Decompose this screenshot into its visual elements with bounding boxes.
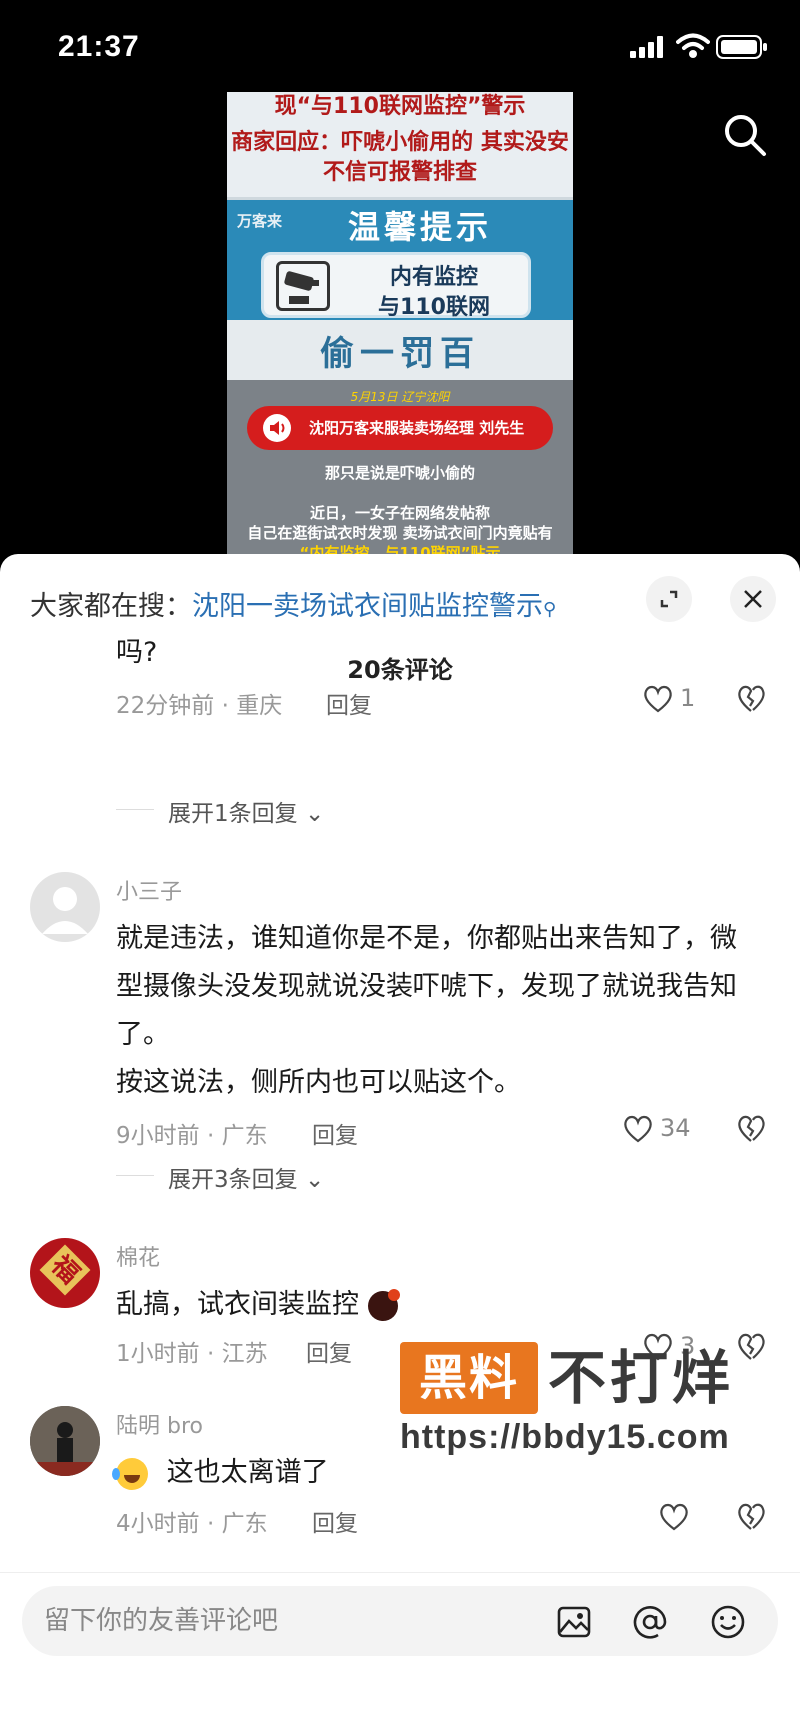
sign-text: 与110联网: [378, 295, 490, 320]
username[interactable]: 棉花: [116, 1240, 160, 1272]
video-lower-area: 5月13日 辽宁沈阳 沈阳万客来服装卖场经理 刘先生 那只是说是吓唬小偷的 近日…: [227, 380, 573, 562]
reply-button[interactable]: 回复: [306, 1334, 352, 1368]
reply-button[interactable]: 回复: [312, 1116, 358, 1150]
crying-laughing-emoji-icon: [112, 1457, 148, 1490]
board-title: 温馨提示: [347, 208, 492, 246]
speaker-icon: [263, 414, 291, 442]
comment-input-bar: [22, 1586, 778, 1656]
expand-icon: [660, 590, 678, 608]
expand-replies-label: 展开1条回复: [168, 801, 298, 827]
warning-sign: 内有监控 与110联网: [261, 252, 531, 320]
comment-meta: 9小时前 · 广东: [116, 1123, 268, 1149]
broken-heart-icon[interactable]: [736, 1114, 766, 1144]
reply-button[interactable]: 回复: [312, 1504, 358, 1538]
comment-text: 吗?: [116, 637, 158, 668]
comment-meta: 4小时前 · 广东: [116, 1511, 268, 1537]
image-icon[interactable]: [556, 1604, 592, 1640]
username[interactable]: 陆明 bro: [116, 1408, 203, 1440]
date-location: 5月13日 辽宁沈阳: [350, 390, 450, 404]
camera-icon: [276, 261, 330, 311]
smile-icon[interactable]: [710, 1604, 746, 1640]
search-icon[interactable]: [722, 112, 768, 158]
watermark: 黑料 不打烊 https://bbdy15.com: [400, 1342, 780, 1462]
comment-text-body: 这也太离谱了: [166, 1457, 329, 1488]
reply-button[interactable]: 回复: [326, 686, 372, 720]
comment-text-body: 乱搞，试衣间装监控: [116, 1289, 359, 1320]
search-icon: ⚲: [543, 599, 557, 620]
video-subtitle: 自己在逛街试衣时发现 卖场试衣间门内竟贴有: [247, 524, 553, 542]
comment-text: 这也太离谱了: [112, 1450, 329, 1490]
status-bar: 21:37: [0, 0, 800, 92]
battery-icon: [716, 35, 767, 59]
expand-button[interactable]: [646, 576, 692, 622]
watermark-box: 黑料: [400, 1342, 538, 1414]
like-count: 1: [680, 684, 696, 712]
avatar[interactable]: [30, 872, 100, 942]
username[interactable]: 小三子: [116, 874, 182, 906]
expand-replies[interactable]: 展开3条回复 ⌄: [168, 1160, 324, 1194]
heart-icon[interactable]: [642, 684, 674, 714]
divider: [116, 1175, 154, 1176]
close-icon: [744, 590, 762, 608]
comment-input[interactable]: [44, 1586, 524, 1656]
broken-heart-icon[interactable]: [736, 684, 766, 714]
trending-search[interactable]: 大家都在搜：沈阳一卖场试衣间贴监控警示⚲: [30, 584, 556, 623]
divider: [0, 1572, 800, 1573]
video-subtitle: 那只是说是吓唬小偷的: [324, 464, 475, 482]
expand-replies-label: 展开3条回复: [168, 1167, 298, 1193]
expand-replies[interactable]: 展开1条回复 ⌄: [168, 794, 324, 828]
avatar[interactable]: [30, 1406, 100, 1476]
avatar[interactable]: 福: [30, 1238, 100, 1308]
fu-character-avatar: 福: [39, 1244, 91, 1296]
comment-text: 按这说法，侧所内也可以贴这个。: [116, 1067, 521, 1098]
video-headline-area: 现“与110联网监控”警示 商家回应：吓唬小偷用的 其实没安 不信可报警排查: [227, 92, 573, 197]
wifi-icon: [676, 33, 710, 58]
chevron-down-icon: ⌄: [304, 801, 325, 827]
comment-panel: 大家都在搜：沈阳一卖场试衣间贴监控警示⚲ 20条评论 吗? 22分钟前 · 重庆…: [0, 554, 800, 1732]
close-button[interactable]: [730, 576, 776, 622]
signal-icon: [630, 36, 663, 58]
comment-meta: 22分钟前 · 重庆: [116, 693, 283, 719]
like-count: 34: [660, 1114, 691, 1142]
emoji-icon: [367, 1288, 400, 1321]
speaker-banner: 沈阳万客来服装卖场经理 刘先生: [247, 406, 553, 450]
clock: 21:37: [58, 30, 140, 63]
comment-text: 乱搞，试衣间装监控: [116, 1282, 400, 1321]
watermark-text: 不打烊: [548, 1344, 735, 1412]
video-headline: 不信可报警排查: [322, 160, 477, 185]
speaker-name: 沈阳万客来服装卖场经理 刘先生: [309, 419, 525, 437]
comment-meta: 1小时前 · 江苏: [116, 1341, 268, 1367]
trending-prefix: 大家都在搜：: [30, 591, 192, 622]
video-subtitle: 近日，一女子在网络发帖称: [309, 504, 490, 522]
trending-link[interactable]: 沈阳一卖场试衣间贴监控警示: [192, 591, 543, 622]
video-sign-board: 万客来 温馨提示 内有监控 与110联网: [227, 200, 573, 320]
at-icon[interactable]: [632, 1604, 668, 1640]
comment-text: 就是违法，谁知道你是不是，你都贴出来告知了，微: [116, 923, 737, 954]
divider: [116, 809, 154, 810]
heart-icon[interactable]: [658, 1502, 690, 1532]
watermark-url: https://bbdy15.com: [400, 1418, 730, 1456]
comment-text: 了。: [116, 1019, 170, 1050]
video-headline: 现“与110联网监控”警示: [274, 94, 526, 119]
video-player[interactable]: 现“与110联网监控”警示 商家回应：吓唬小偷用的 其实没安 不信可报警排查 万…: [227, 92, 573, 562]
default-avatar-icon: [42, 887, 88, 934]
photo-avatar-icon: [30, 1406, 100, 1476]
broken-heart-icon[interactable]: [736, 1502, 766, 1532]
heart-icon[interactable]: [622, 1114, 654, 1144]
sign-text: 内有监控: [389, 265, 478, 290]
chevron-down-icon: ⌄: [304, 1167, 325, 1193]
fine-text: 偷一罚百: [227, 320, 573, 380]
comment-text: 型摄像头没发现就说没装吓唬下，发现了就说我告知: [116, 971, 737, 1002]
video-headline: 商家回应：吓唬小偷用的 其实没安: [231, 130, 569, 155]
